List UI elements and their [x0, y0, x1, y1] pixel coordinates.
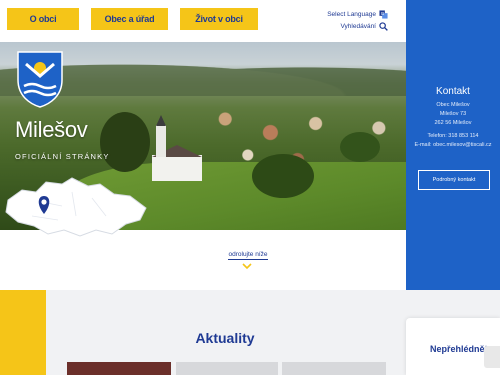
select-language-label: Select Language: [327, 11, 376, 18]
chevron-down-icon[interactable]: [242, 262, 252, 270]
scroll-down-link[interactable]: odrolujte níže: [212, 251, 284, 260]
hero-tree: [340, 132, 380, 162]
hero-tree: [100, 112, 150, 172]
contact-line: 262 56 Milešov: [434, 120, 472, 126]
nav-button-obec-a-urad[interactable]: Obec a úřad: [91, 8, 168, 30]
svg-text:G: G: [381, 11, 385, 16]
select-language-link[interactable]: Select Language G: [327, 10, 388, 19]
town-subtitle: OFICIÁLNÍ STRÁNKY: [15, 152, 110, 161]
hero-tree: [252, 154, 314, 198]
search-link[interactable]: Vyhledávání: [340, 22, 388, 31]
nav-button-o-obci[interactable]: O obci: [7, 8, 79, 30]
search-icon: [379, 22, 388, 31]
search-label: Vyhledávání: [340, 23, 376, 30]
translate-icon: G: [379, 10, 388, 19]
top-bar: O obci Obec a úřad Život v obci Select L…: [0, 0, 406, 42]
decorative-yellow-block: [0, 290, 46, 375]
news-card[interactable]: [67, 362, 171, 375]
detailed-contact-button[interactable]: Podrobný kontakt: [418, 170, 490, 190]
news-card[interactable]: [282, 362, 386, 375]
news-heading: Aktuality: [195, 330, 255, 346]
contact-line: Milešov 73: [439, 111, 467, 117]
contact-title: Kontakt: [436, 86, 470, 97]
contact-phone[interactable]: Telefon: 318 853 114: [406, 133, 500, 139]
town-name: Milešov: [15, 117, 88, 142]
contact-line: Obec Milešov: [436, 102, 470, 108]
czech-map-location-icon: [5, 177, 147, 237]
contact-email[interactable]: E-mail: obec.milesov@tiscali.cz: [406, 142, 500, 148]
church-illustration: [152, 115, 202, 181]
scroll-down-label: odrolujte níže: [228, 251, 268, 260]
contact-panel: Kontakt Obec Milešov Milešov 73 262 56 M…: [406, 0, 500, 290]
nav-button-zivot-v-obci[interactable]: Život v obci: [180, 8, 258, 30]
coat-of-arms-icon[interactable]: [16, 50, 64, 108]
recaptcha-badge[interactable]: [484, 346, 500, 368]
news-card[interactable]: [176, 362, 278, 375]
